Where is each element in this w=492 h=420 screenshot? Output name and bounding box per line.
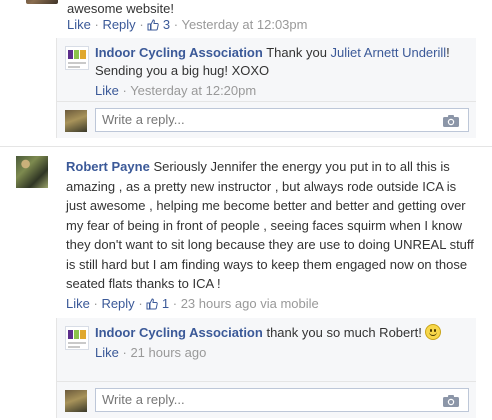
reply-input[interactable]: Write a reply... [95, 108, 469, 132]
comment-divider [0, 146, 492, 147]
reply-time[interactable]: Yesterday at 12:20pm [130, 83, 256, 98]
comment-time[interactable]: 23 hours ago via mobile [181, 296, 319, 311]
comment-actions: Like · Reply · 3 · Yesterday at 12:03pm [67, 16, 307, 34]
reply-item: Indoor Cycling Association Thank you Jul… [57, 38, 476, 102]
reply-text: Indoor Cycling Association Thank you Jul… [95, 44, 468, 80]
camera-icon[interactable] [442, 394, 460, 408]
reply-item: Indoor Cycling Association thank you so … [57, 318, 476, 382]
comment-time[interactable]: Yesterday at 12:03pm [181, 17, 307, 32]
likes-count-link[interactable]: 3 [147, 17, 173, 32]
current-user-avatar [65, 390, 87, 412]
reply-author[interactable]: Indoor Cycling Association [95, 45, 263, 60]
reply-time[interactable]: 21 hours ago [130, 345, 206, 360]
thumbs-up-icon [146, 298, 158, 310]
reply-text-body: thank you so much Robert! [266, 325, 422, 340]
write-reply-row: Write a reply... [57, 102, 476, 138]
likes-count-link[interactable]: 1 [146, 296, 172, 311]
reply-thread: Indoor Cycling Association Thank you Jul… [56, 38, 476, 138]
page-avatar[interactable] [65, 46, 89, 70]
current-user-avatar [65, 110, 87, 132]
like-link[interactable]: Like [66, 296, 90, 311]
avatar[interactable] [16, 156, 48, 188]
reply-link[interactable]: Reply [102, 17, 135, 32]
mention-link[interactable]: Juliet Arnett Underill [331, 45, 447, 60]
reply-input[interactable]: Write a reply... [95, 388, 469, 412]
like-link[interactable]: Like [95, 83, 119, 98]
comment-text: Seriously Jennifer the energy you put in… [66, 159, 474, 291]
separator: · [172, 296, 181, 311]
likes-count: 1 [161, 296, 170, 311]
reply-link[interactable]: Reply [101, 296, 134, 311]
comment-top: awesome website! Like · Reply · 3 · Yest… [0, 0, 492, 146]
comment-body: Robert Payne Seriously Jennifer the ener… [66, 157, 476, 294]
reply-placeholder: Write a reply... [102, 112, 185, 127]
reply-author[interactable]: Indoor Cycling Association [95, 325, 263, 340]
write-reply-row: Write a reply... [57, 382, 476, 418]
smiley-emoticon-icon [425, 324, 442, 340]
likes-count: 3 [162, 17, 171, 32]
camera-icon[interactable] [442, 114, 460, 128]
reply-actions: Like · Yesterday at 12:20pm [95, 82, 468, 100]
comment-author[interactable]: Robert Payne [66, 159, 150, 174]
like-link[interactable]: Like [67, 17, 91, 32]
thumbs-up-icon [147, 19, 159, 31]
reply-thread: Indoor Cycling Association thank you so … [56, 318, 476, 418]
reply-text-start: Thank you [266, 45, 331, 60]
comment-actions: Like · Reply · 1 · 23 hours ago via mobi… [66, 295, 319, 313]
reply-actions: Like · 21 hours ago [95, 344, 468, 362]
avatar[interactable] [26, 0, 58, 4]
like-link[interactable]: Like [95, 345, 119, 360]
reply-text: Indoor Cycling Association thank you so … [95, 324, 468, 342]
reply-placeholder: Write a reply... [102, 392, 185, 407]
page-avatar[interactable] [65, 326, 89, 350]
